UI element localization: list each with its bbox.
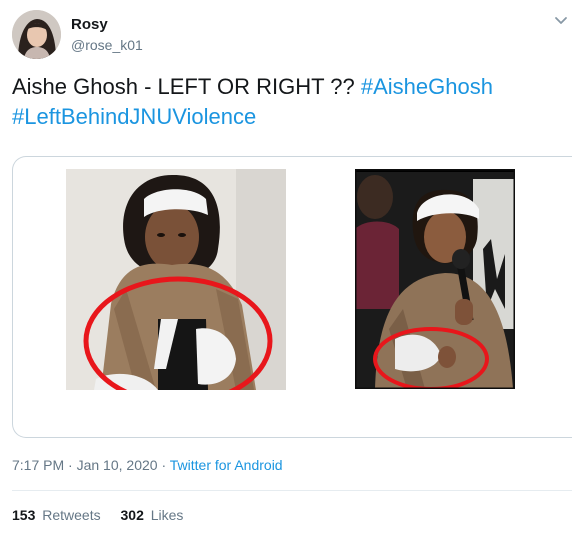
meta-separator: ·	[68, 457, 73, 473]
tweet-source-link[interactable]: Twitter for Android	[170, 457, 283, 473]
tweet-media[interactable]	[12, 156, 572, 438]
meta-separator: ·	[161, 457, 167, 473]
tweet-card: Rosy @rose_k01 Aishe Ghosh - LEFT OR RIG…	[0, 0, 572, 536]
likes-stat[interactable]: 302 Likes	[121, 507, 184, 523]
tweet-date[interactable]: Jan 10, 2020	[77, 457, 158, 473]
likes-count: 302	[120, 507, 144, 523]
retweets-count: 153	[12, 507, 36, 523]
display-name[interactable]: Rosy	[71, 16, 108, 33]
hashtag-link[interactable]: #LeftBehindJNUViolence	[12, 104, 256, 129]
retweets-stat[interactable]: 153 Retweets	[12, 507, 101, 523]
photo-bandaged-right-arm-with-microphone-icon[interactable]	[355, 169, 515, 389]
retweets-label: Retweets	[42, 507, 101, 523]
divider	[12, 490, 572, 491]
avatar[interactable]	[12, 10, 61, 59]
user-handle[interactable]: @rose_k01	[71, 37, 143, 53]
photo-bandaged-left-arm-icon[interactable]	[66, 169, 286, 390]
tweet-meta: 7:17 PM · Jan 10, 2020 · Twitter for And…	[12, 457, 283, 473]
likes-label: Likes	[150, 507, 184, 523]
tweet-stats: 153 Retweets 302 Likes	[12, 507, 199, 523]
chevron-down-icon[interactable]	[554, 14, 568, 28]
tweet-body-text: Aishe Ghosh - LEFT OR RIGHT ??	[12, 74, 361, 99]
hashtag-link[interactable]: #AisheGhosh	[361, 74, 493, 99]
tweet-time[interactable]: 7:17 PM	[12, 457, 64, 473]
profile-photo-icon	[12, 10, 61, 59]
tweet-text: Aishe Ghosh - LEFT OR RIGHT ?? #AisheGho…	[12, 72, 562, 132]
